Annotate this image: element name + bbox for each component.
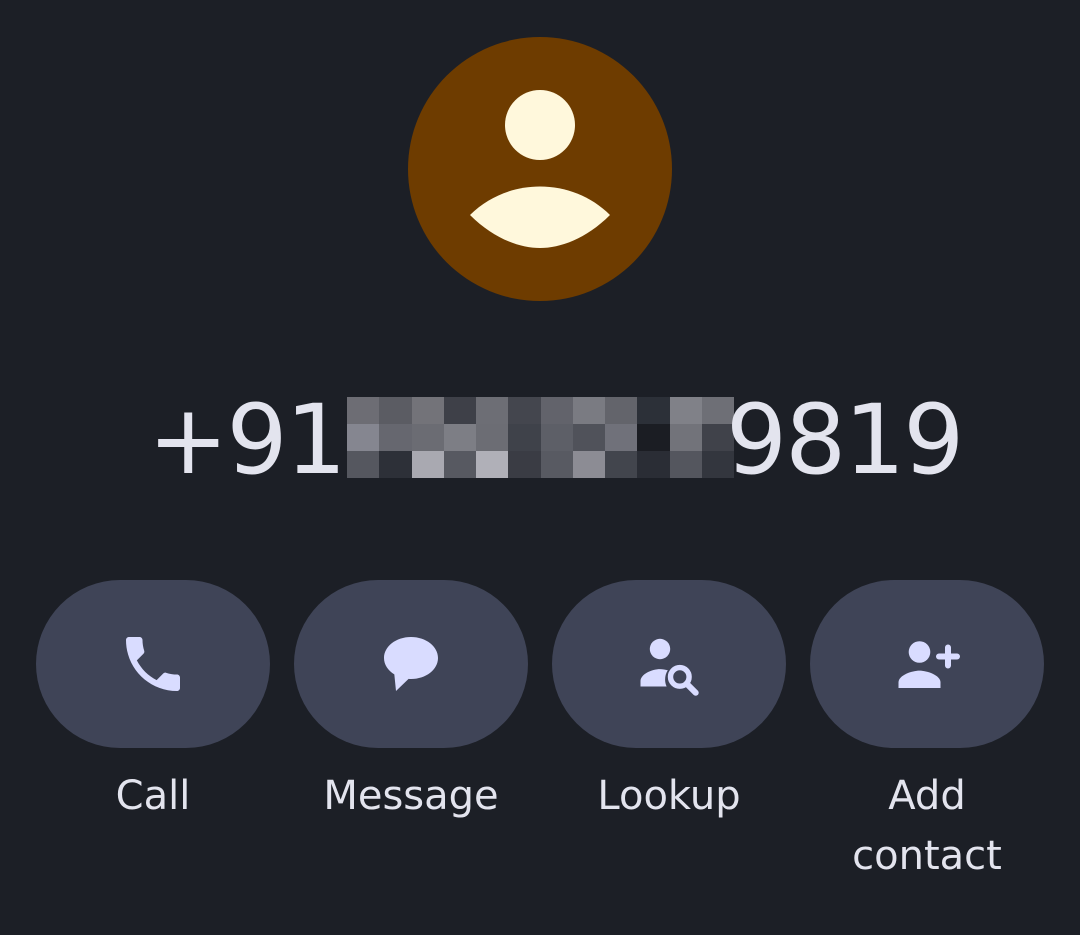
person-add-icon (898, 641, 960, 688)
lookup-button[interactable] (552, 580, 786, 748)
add-contact-label: Add contact (852, 773, 1002, 879)
call-button[interactable] (36, 580, 270, 748)
message-button[interactable] (294, 580, 528, 748)
message-action[interactable]: Message (294, 580, 528, 826)
add-contact-action[interactable]: Add contact (810, 580, 1044, 886)
message-label: Message (323, 773, 499, 819)
call-action[interactable]: Call (36, 580, 270, 826)
add-contact-button[interactable] (810, 580, 1044, 748)
lookup-label: Lookup (597, 773, 741, 819)
chat-bubble-icon (384, 637, 438, 691)
contact-actions: Call Message Lookup Add contact (0, 0, 1080, 935)
lookup-action[interactable]: Lookup (552, 580, 786, 826)
person-search-icon (640, 638, 699, 696)
call-label: Call (115, 773, 191, 819)
phone-icon (126, 637, 180, 691)
